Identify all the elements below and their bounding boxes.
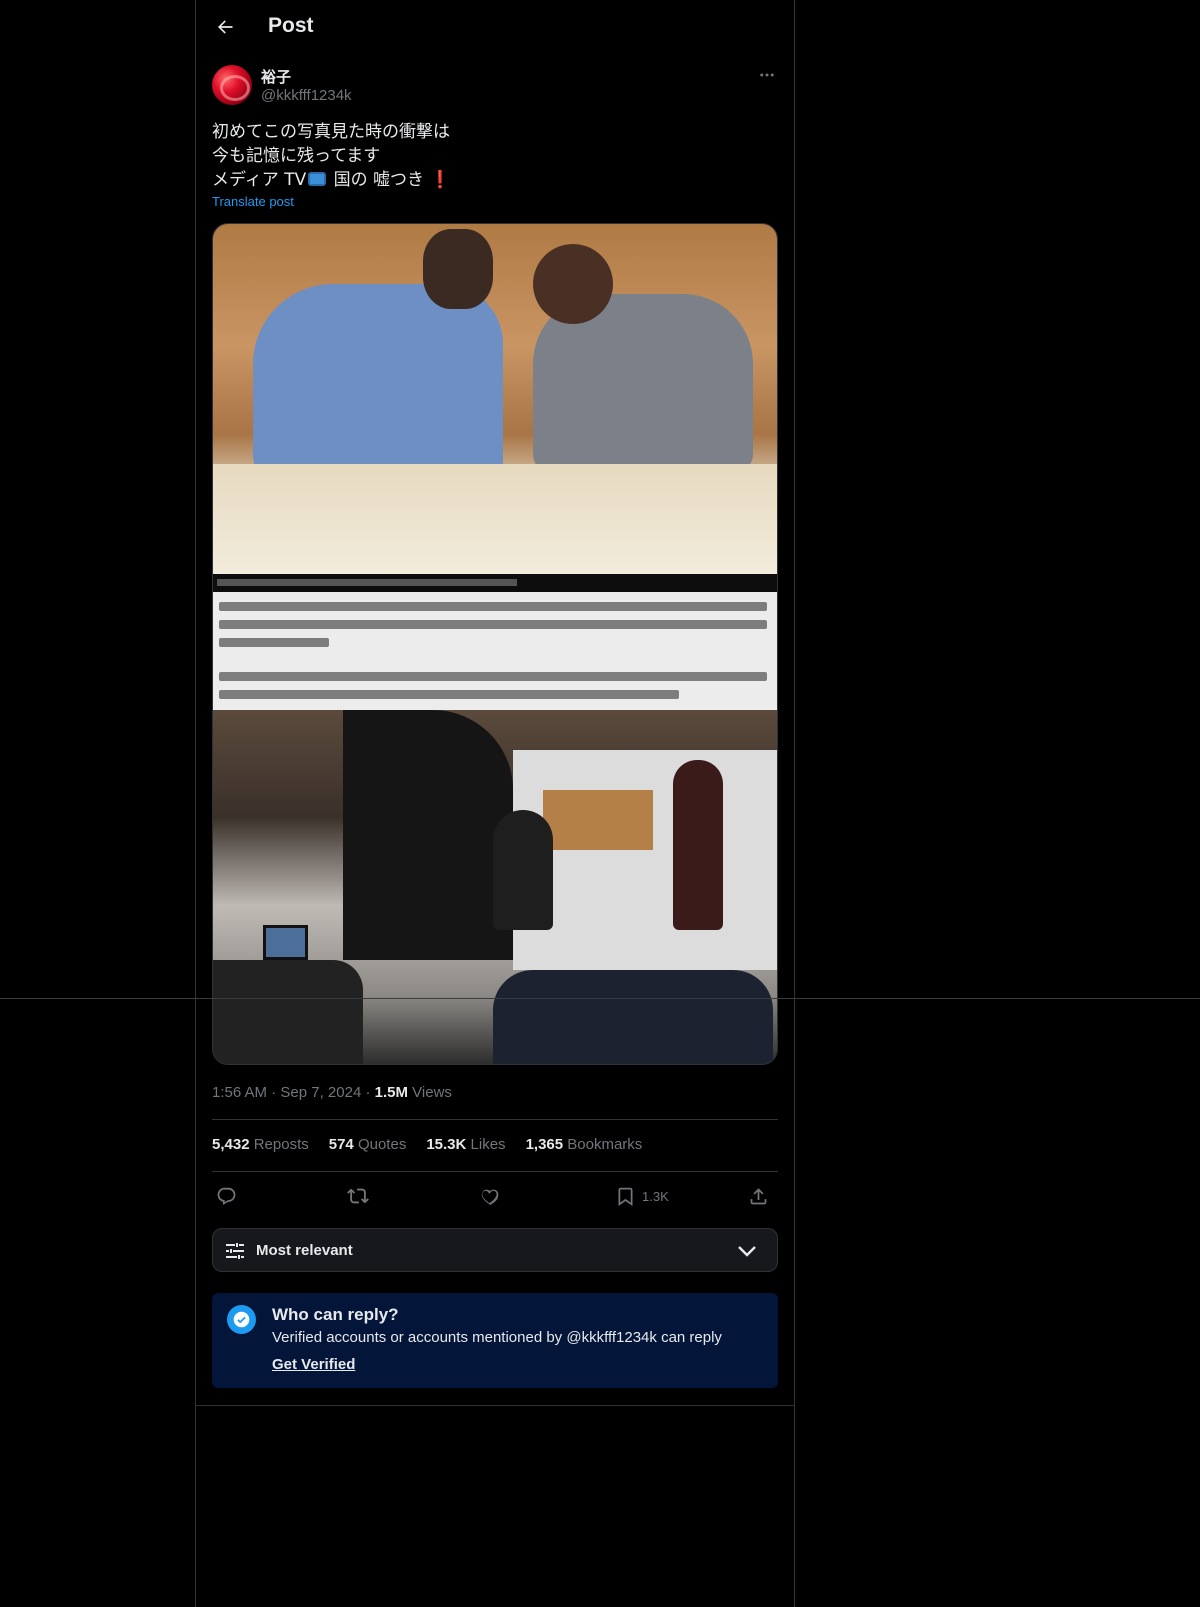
post-text: 初めてこの写真見た時の衝撃は 今も記憶に残ってます メディア TV 国の 嘘つき… — [212, 120, 451, 192]
post-column: Post 裕子 @kkkfff1234k 初めてこの写真見た時の衝撃は 今も記憶… — [195, 0, 795, 1607]
author-name[interactable]: 裕子 — [261, 66, 291, 87]
stat-quotes[interactable]: 574 Quotes — [329, 1136, 407, 1153]
post-meta: 1:56 AM · Sep 7, 2024 · 1.5M Views — [212, 1084, 452, 1101]
stat-reposts[interactable]: 5,432 Reposts — [212, 1136, 309, 1153]
verified-badge-icon — [227, 1305, 256, 1334]
translate-post-link[interactable]: Translate post — [212, 194, 294, 209]
tv-emoji-icon — [308, 172, 327, 186]
sliders-icon — [223, 1239, 247, 1263]
repost-icon — [347, 1185, 369, 1207]
post-line-3-prefix: メディア TV — [212, 170, 307, 190]
reply-icon — [216, 1186, 237, 1207]
share-icon — [748, 1186, 769, 1207]
post-line-3-middle: 国の 嘘つき — [328, 170, 425, 190]
avatar[interactable] — [212, 65, 252, 105]
divider — [212, 1171, 778, 1172]
views-label: Views — [412, 1084, 452, 1101]
post-date[interactable]: Sep 7, 2024 — [280, 1084, 361, 1101]
back-button[interactable] — [208, 10, 242, 44]
more-horizontal-icon — [758, 66, 776, 84]
media-photo-top — [213, 224, 777, 574]
bookmark-button[interactable]: 1.3K — [615, 1183, 669, 1209]
who-can-reply-notice: Who can reply? Verified accounts or acco… — [212, 1293, 778, 1388]
post-line-1: 初めてこの写真見た時の衝撃は — [212, 122, 450, 142]
page-header: Post — [196, 0, 794, 53]
stat-bookmarks[interactable]: 1,365 Bookmarks — [526, 1136, 643, 1153]
media-caption-bar — [213, 574, 777, 592]
bookmark-count: 1.3K — [642, 1188, 669, 1204]
stat-likes[interactable]: 15.3K Likes — [426, 1136, 505, 1153]
reply-description: Verified accounts or accounts mentioned … — [272, 1329, 722, 1346]
author-handle[interactable]: @kkkfff1234k — [261, 87, 352, 104]
reply-button[interactable] — [216, 1183, 237, 1209]
get-verified-link[interactable]: Get Verified — [272, 1356, 355, 1373]
like-button[interactable] — [479, 1183, 500, 1209]
more-options-button[interactable] — [754, 62, 780, 88]
bookmark-icon — [615, 1186, 636, 1207]
page-title: Post — [268, 14, 314, 37]
share-button[interactable] — [748, 1183, 769, 1209]
action-bar: 1.3K — [212, 1183, 778, 1209]
repost-button[interactable] — [347, 1183, 369, 1209]
views-count: 1.5M — [374, 1084, 408, 1101]
reply-sort-dropdown[interactable]: Most relevant — [212, 1228, 778, 1272]
divider — [212, 1119, 778, 1120]
horizontal-guide-line — [0, 998, 1200, 999]
heart-icon — [479, 1186, 500, 1207]
media-article-text — [213, 592, 777, 710]
sort-label: Most relevant — [256, 1242, 353, 1259]
arrow-left-icon — [215, 17, 235, 37]
post-line-2: 今も記憶に残ってます — [212, 146, 381, 166]
chevron-down-icon — [735, 1239, 759, 1263]
reply-title: Who can reply? — [272, 1305, 399, 1324]
exclamation-emoji-icon: ❗ — [429, 170, 451, 190]
post-media-image[interactable] — [212, 223, 778, 1065]
post-stats: 5,432 Reposts 574 Quotes 15.3K Likes 1,3… — [212, 1136, 642, 1153]
post-line-3: メディア TV 国の 嘘つき ❗ — [212, 168, 451, 192]
post-time[interactable]: 1:56 AM — [212, 1084, 267, 1101]
divider — [196, 1405, 794, 1406]
media-photo-bottom — [213, 710, 777, 1064]
